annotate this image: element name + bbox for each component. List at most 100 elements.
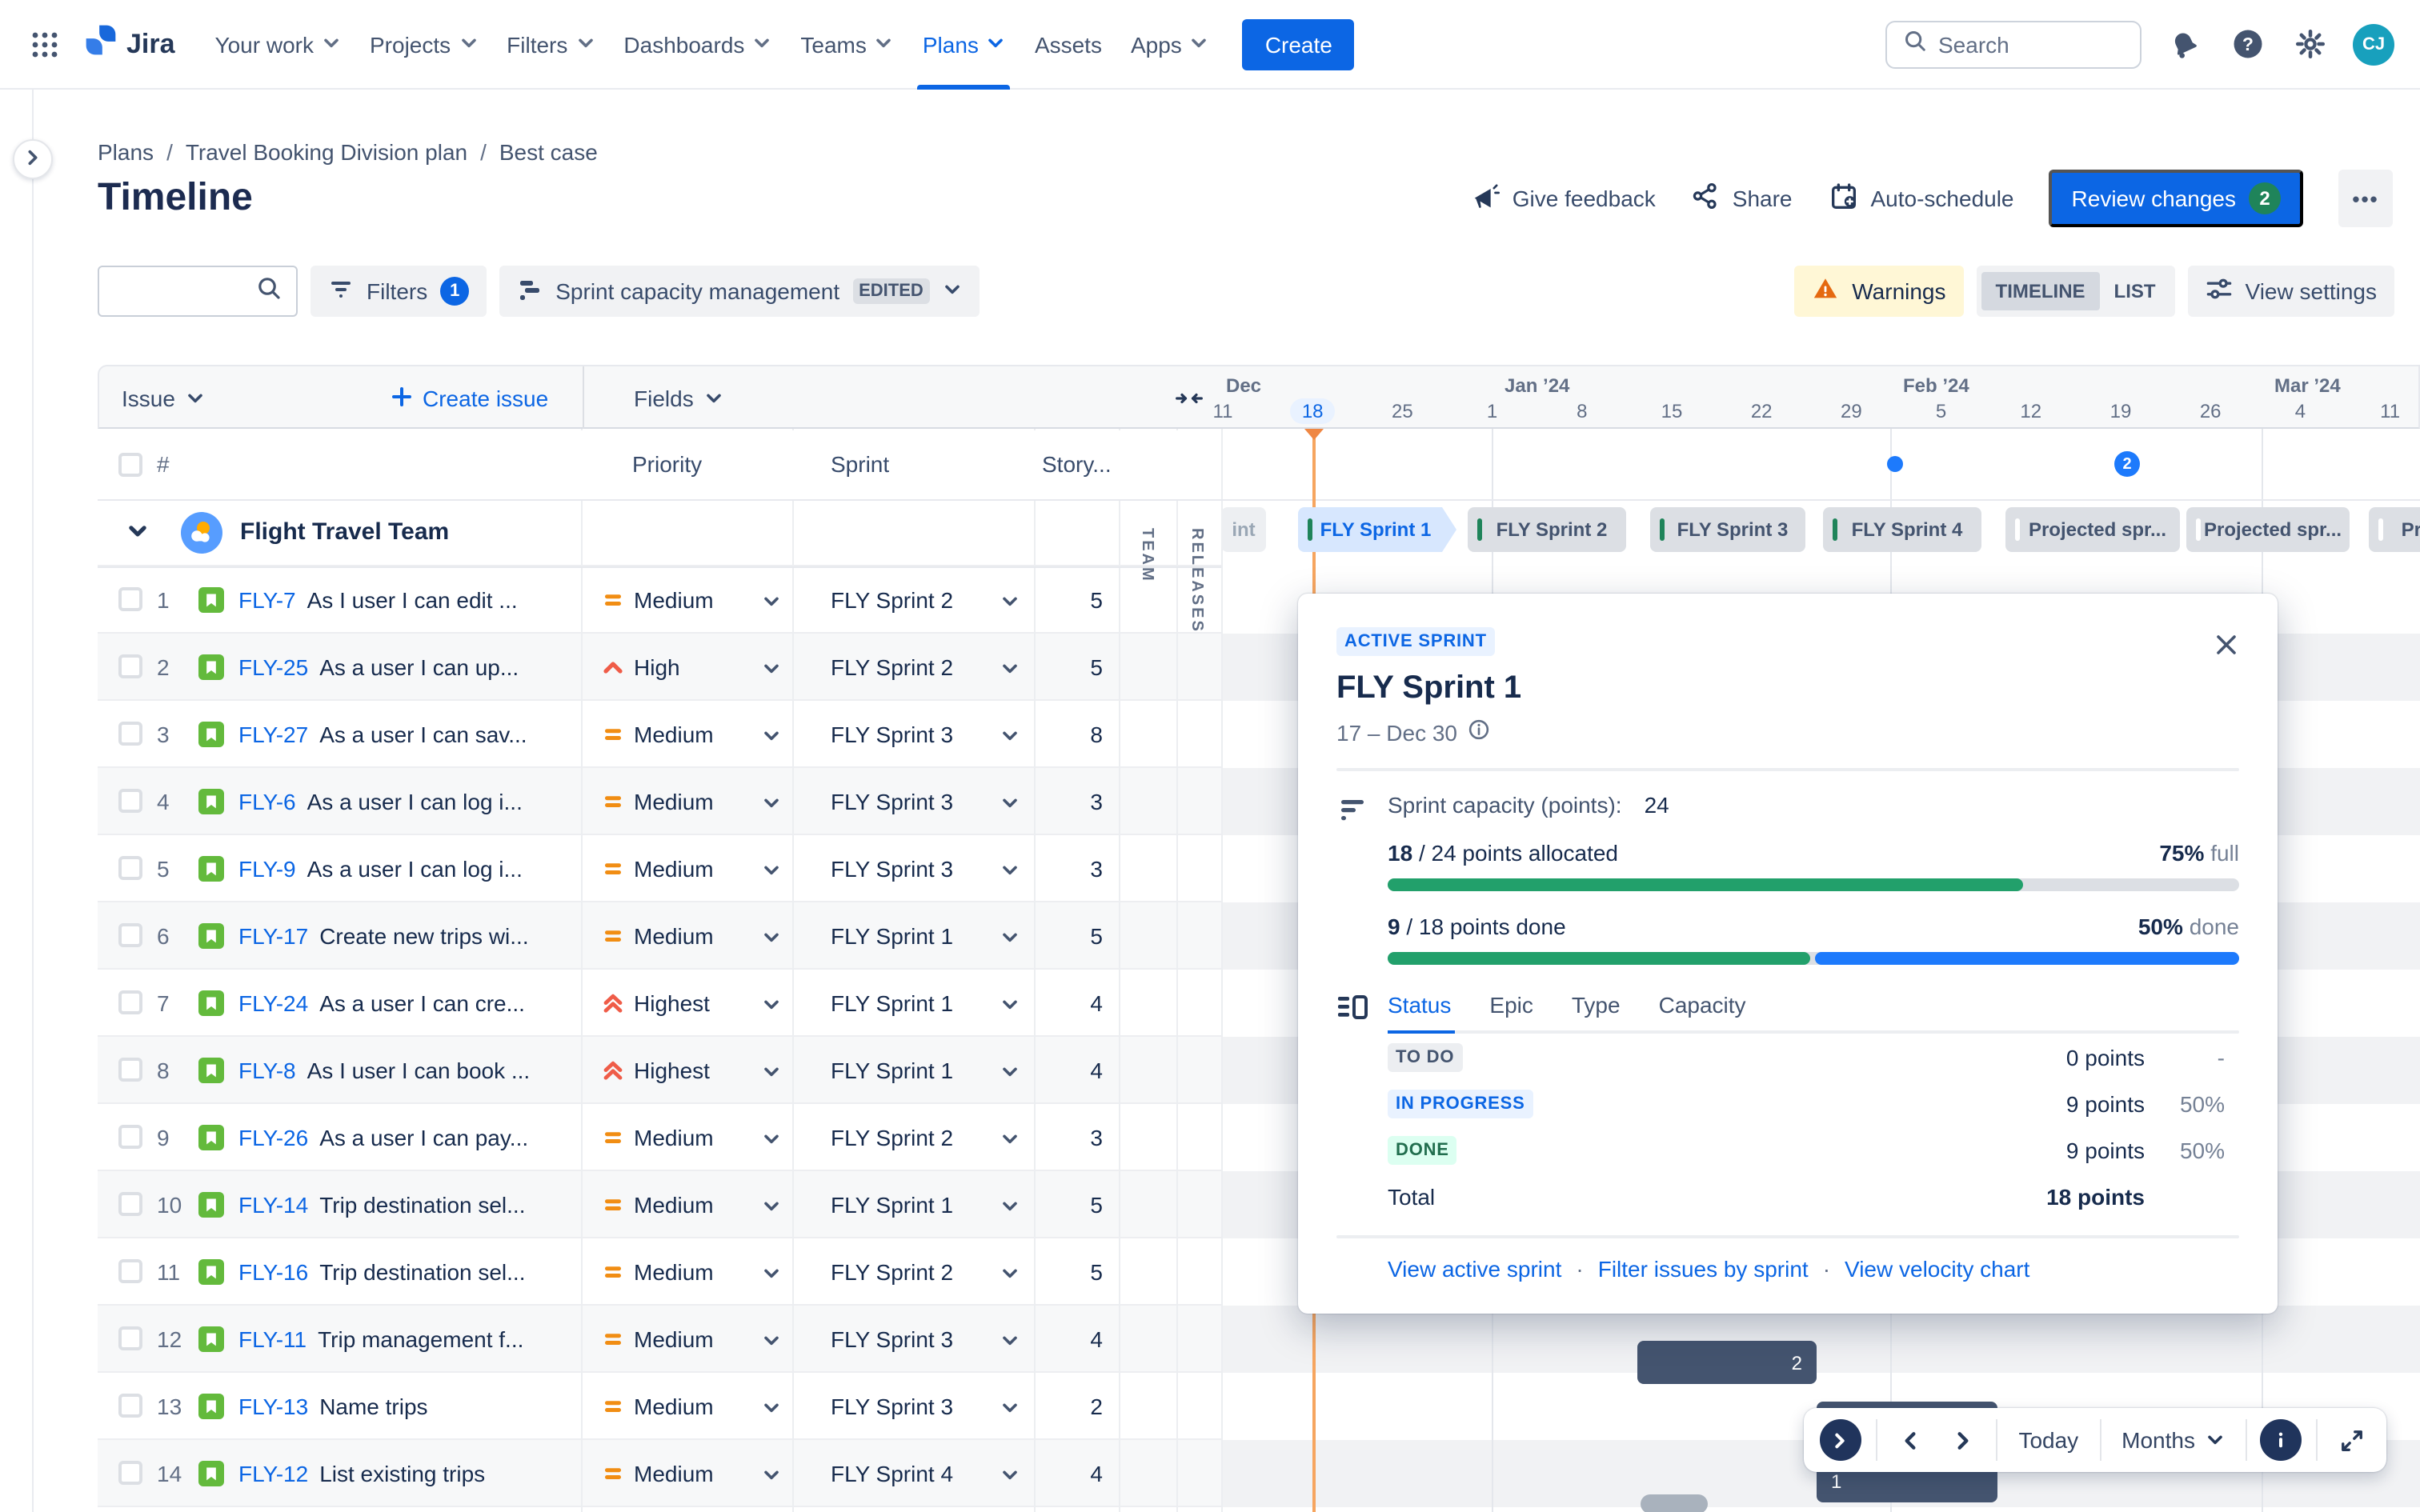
popup-link[interactable]: View velocity chart <box>1845 1256 2029 1282</box>
issue-key[interactable]: FLY-8 <box>238 1058 296 1083</box>
filters-button[interactable]: Filters 1 <box>311 266 487 317</box>
row-checkbox[interactable] <box>118 1461 142 1485</box>
row-checkbox[interactable] <box>118 654 142 678</box>
issue-row[interactable]: 6 FLY-17 Create new trips wi... Medium FLY S… <box>98 902 1221 970</box>
row-checkbox[interactable] <box>118 789 142 813</box>
priority-select[interactable]: Medium <box>581 1171 792 1238</box>
breadcrumb-item[interactable]: Plans <box>98 139 154 165</box>
expand-panel-button[interactable] <box>1820 1419 1861 1461</box>
priority-select[interactable]: Medium <box>581 1238 792 1306</box>
app-switcher-icon[interactable] <box>19 18 70 70</box>
issue-row[interactable]: 8 FLY-8 As I user I can book ... Highest FLY… <box>98 1037 1221 1104</box>
sprint-select[interactable]: FLY Sprint 4 <box>792 1440 1034 1507</box>
issue-timeline-bar[interactable]: 2 <box>1637 1341 1817 1384</box>
row-checkbox[interactable] <box>118 587 142 611</box>
global-search[interactable] <box>1885 20 2142 68</box>
row-checkbox[interactable] <box>118 1259 142 1283</box>
fullscreen-icon[interactable] <box>2332 1421 2370 1459</box>
priority-select[interactable]: Medium <box>581 566 792 634</box>
row-checkbox[interactable] <box>118 1125 142 1149</box>
sprint-select[interactable]: FLY Sprint 3 <box>792 1373 1034 1440</box>
issue-key[interactable]: FLY-13 <box>238 1394 308 1419</box>
create-issue-button[interactable]: Create issue <box>391 366 548 430</box>
issue-column-menu[interactable]: Issue <box>122 366 206 430</box>
priority-select[interactable]: Medium <box>581 1440 792 1507</box>
issue-key[interactable]: FLY-26 <box>238 1125 308 1150</box>
sprint-bar[interactable]: Projected spr... <box>2186 507 2350 552</box>
sprint-bar[interactable]: FLY Sprint 1 <box>1298 507 1456 552</box>
nav-item-your-work[interactable]: Your work <box>201 18 356 70</box>
sprint-select[interactable]: FLY Sprint 2 <box>792 1104 1034 1171</box>
issue-key[interactable]: FLY-11 <box>238 1326 307 1352</box>
issue-key[interactable]: FLY-12 <box>238 1461 308 1486</box>
nav-item-assets[interactable]: Assets <box>1020 18 1116 70</box>
chevron-down-icon[interactable] <box>126 520 149 550</box>
sprint-select[interactable]: FLY Sprint 2 <box>792 566 1034 634</box>
row-checkbox[interactable] <box>118 1192 142 1216</box>
info-button[interactable] <box>2260 1419 2302 1461</box>
sprint-select[interactable]: FLY Sprint 4 <box>792 1507 1034 1512</box>
priority-select[interactable]: Medium <box>581 701 792 768</box>
issue-row[interactable]: 4 FLY-6 As a user I can log i... Medium FLY … <box>98 768 1221 835</box>
priority-select[interactable]: Medium <box>581 1507 792 1512</box>
priority-select[interactable]: High <box>581 634 792 701</box>
priority-select[interactable]: Medium <box>581 902 792 970</box>
priority-select[interactable]: Medium <box>581 835 792 902</box>
scroll-left-button[interactable] <box>1891 1421 1929 1459</box>
saved-view-selector[interactable]: Sprint capacity management EDITED <box>499 266 980 317</box>
sprint-select[interactable]: FLY Sprint 3 <box>792 1306 1034 1373</box>
sprint-select[interactable]: FLY Sprint 2 <box>792 634 1034 701</box>
auto-schedule-button[interactable]: Auto-schedule <box>1828 180 2014 217</box>
issue-row[interactable]: 3 FLY-27 As a user I can sav... Medium FLY S… <box>98 701 1221 768</box>
issue-row[interactable]: 2 FLY-25 As a user I can up... High FLY Spri… <box>98 634 1221 701</box>
sprint-select[interactable]: FLY Sprint 1 <box>792 902 1034 970</box>
issue-key[interactable]: FLY-7 <box>238 587 296 613</box>
issue-row[interactable]: 10 FLY-14 Trip destination sel... Medium FLY… <box>98 1171 1221 1238</box>
row-checkbox[interactable] <box>118 923 142 947</box>
breadcrumb-item[interactable]: Travel Booking Division plan <box>186 139 467 165</box>
give-feedback-button[interactable]: Give feedback <box>1469 180 1656 217</box>
nav-item-plans[interactable]: Plans <box>908 18 1020 89</box>
sprint-select[interactable]: FLY Sprint 3 <box>792 701 1034 768</box>
sprint-bar[interactable]: FLY Sprint 2 <box>1468 507 1626 552</box>
release-marker-icon[interactable]: 2 <box>2114 451 2140 477</box>
issue-row[interactable]: 15 FLY-15Trip date editing Medium FLY Sprin… <box>98 1507 1221 1512</box>
row-checkbox[interactable] <box>118 1394 142 1418</box>
tab-epic[interactable]: Epic <box>1489 992 1533 1018</box>
sprint-select[interactable]: FLY Sprint 1 <box>792 1037 1034 1104</box>
sprint-bar[interactable]: FLY Sprint 4 <box>1823 507 1981 552</box>
priority-select[interactable]: Medium <box>581 1373 792 1440</box>
priority-select[interactable]: Medium <box>581 1104 792 1171</box>
plan-search-input[interactable] <box>98 266 298 317</box>
team-group-row[interactable]: Flight Travel Team <box>98 499 1221 566</box>
sprint-bar[interactable]: Proj <box>2369 507 2420 552</box>
tab-timeline[interactable]: TIMELINE <box>1981 272 2100 310</box>
row-checkbox[interactable] <box>118 722 142 746</box>
breadcrumb-item[interactable]: Best case <box>499 139 598 165</box>
global-search-input[interactable] <box>1938 31 2124 57</box>
issue-key[interactable]: FLY-27 <box>238 722 308 747</box>
tab-list[interactable]: LIST <box>2100 272 2170 310</box>
review-changes-button[interactable]: Review changes 2 <box>2049 170 2303 227</box>
issue-key[interactable]: FLY-17 <box>238 923 308 949</box>
priority-select[interactable]: Medium <box>581 1306 792 1373</box>
share-button[interactable]: Share <box>1691 181 1793 216</box>
nav-item-filters[interactable]: Filters <box>492 18 609 70</box>
select-all-checkbox[interactable] <box>118 453 142 477</box>
jira-logo[interactable]: Jira <box>83 22 175 66</box>
priority-select[interactable]: Highest <box>581 1037 792 1104</box>
sprint-select[interactable]: FLY Sprint 1 <box>792 1171 1034 1238</box>
sprint-bar[interactable]: FLY Sprint 3 <box>1650 507 1805 552</box>
close-icon[interactable] <box>2207 626 2246 664</box>
settings-gear-icon[interactable] <box>2290 25 2329 63</box>
issue-row[interactable]: 14 FLY-12 List existing trips Medium FLY Spr… <box>98 1440 1221 1507</box>
view-settings-button[interactable]: View settings <box>2187 266 2394 317</box>
issue-row[interactable]: 12 FLY-11 Trip management f... Medium FLY Sp… <box>98 1306 1221 1373</box>
nav-item-teams[interactable]: Teams <box>786 18 908 70</box>
scroll-right-button[interactable] <box>1944 1421 1982 1459</box>
help-icon[interactable]: ? <box>2228 25 2266 63</box>
sprint-select[interactable]: FLY Sprint 2 <box>792 1238 1034 1306</box>
issue-timeline-bar[interactable] <box>1641 1494 1708 1512</box>
issue-row[interactable]: 9 FLY-26 As a user I can pay... Medium FLY S… <box>98 1104 1221 1171</box>
row-checkbox[interactable] <box>118 856 142 880</box>
